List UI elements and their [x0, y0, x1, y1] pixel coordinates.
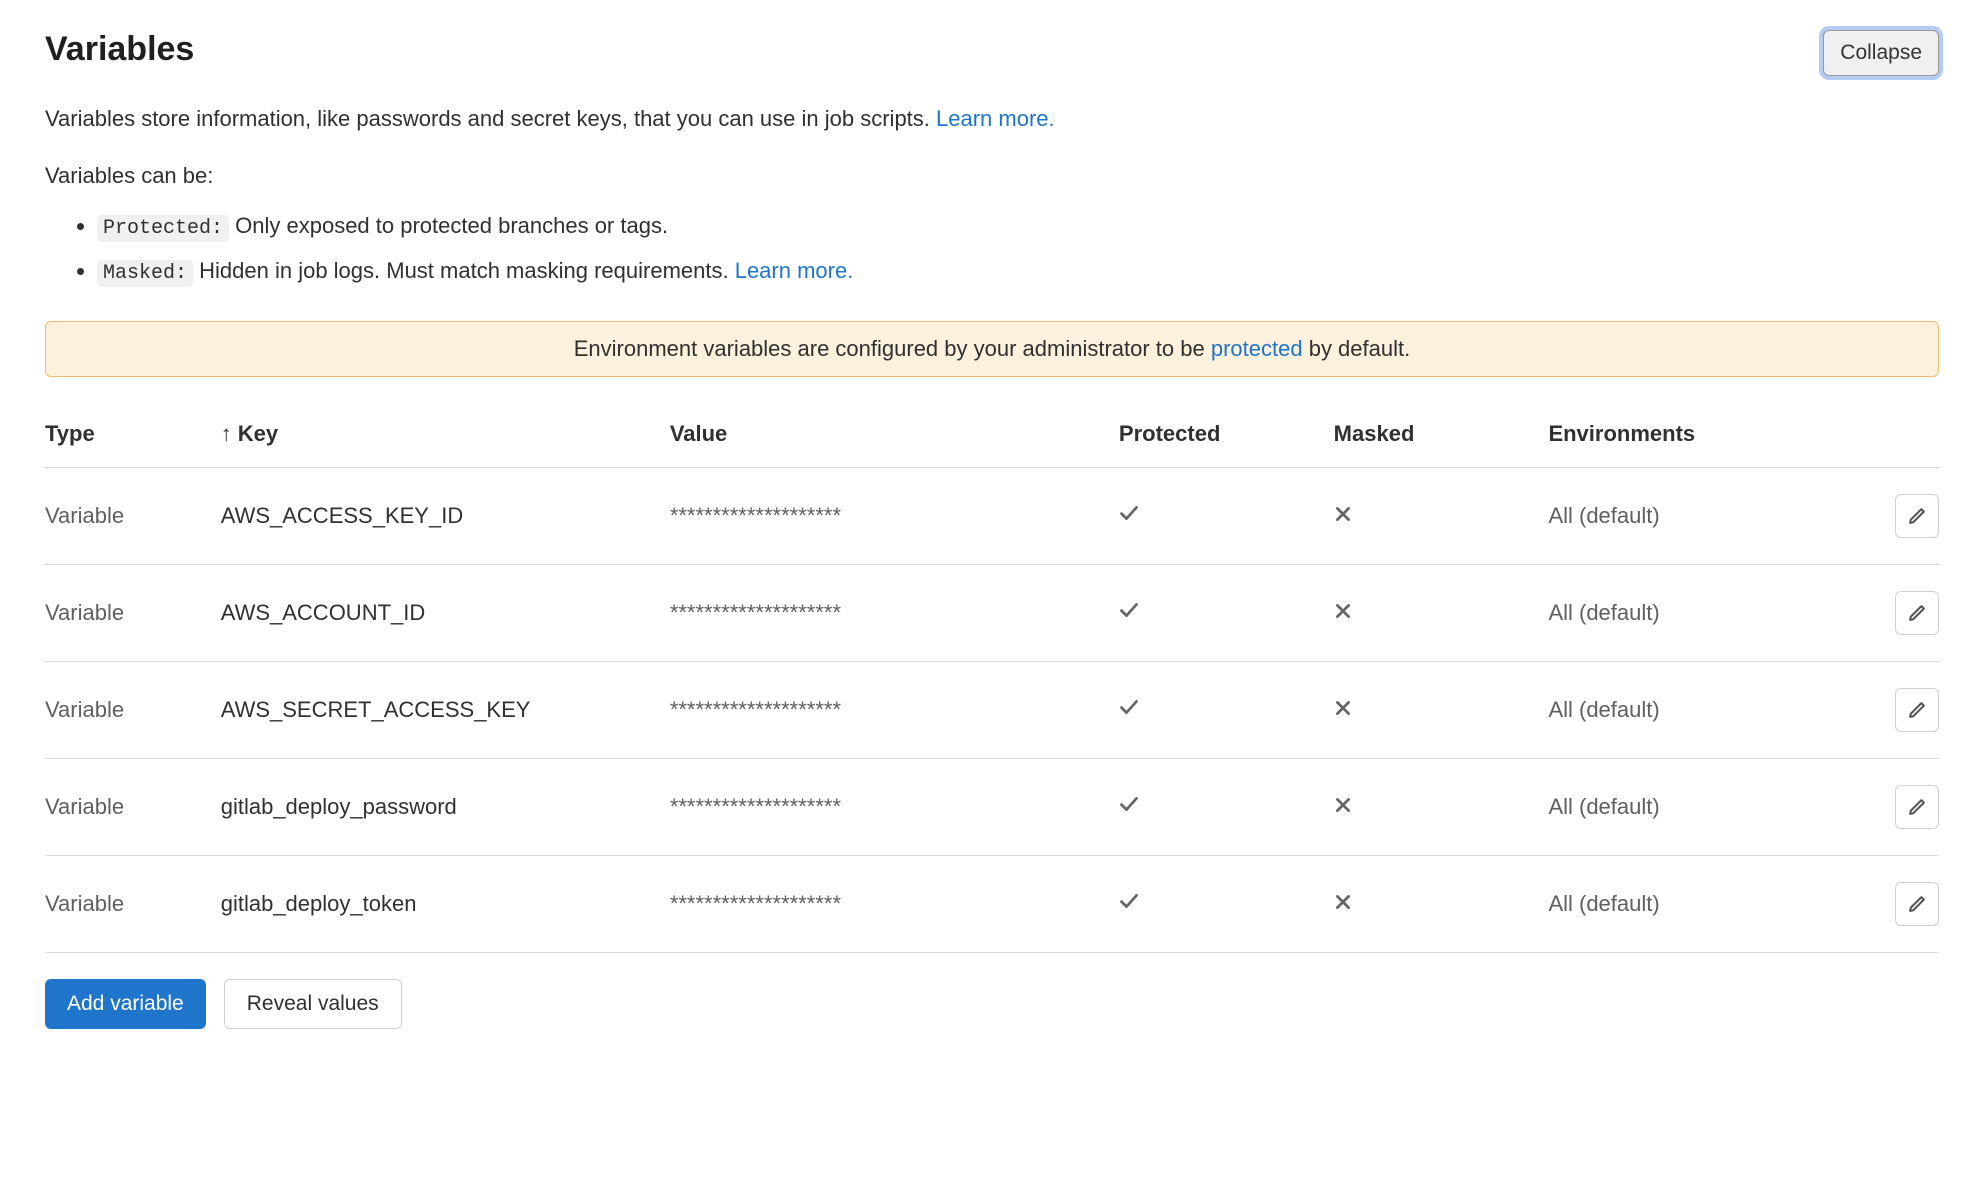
pencil-icon	[1907, 603, 1927, 623]
cell-type: Variable	[45, 662, 221, 759]
edit-variable-button[interactable]	[1895, 882, 1939, 926]
cell-value: ********************	[670, 856, 1119, 953]
x-icon	[1334, 505, 1352, 523]
pencil-icon	[1907, 506, 1927, 526]
column-header-key-label: Key	[238, 421, 278, 446]
cell-key: gitlab_deploy_token	[221, 856, 670, 953]
banner-prefix: Environment variables are configured by …	[574, 336, 1211, 361]
check-icon	[1119, 794, 1139, 814]
table-row: VariableAWS_ACCOUNT_ID******************…	[45, 565, 1939, 662]
feature-protected: Protected: Only exposed to protected bra…	[97, 209, 1939, 244]
cell-type: Variable	[45, 468, 221, 565]
column-header-key[interactable]: ↑Key	[221, 401, 670, 468]
x-icon	[1334, 893, 1352, 911]
column-header-environments[interactable]: Environments	[1548, 401, 1841, 468]
table-row: Variablegitlab_deploy_password**********…	[45, 759, 1939, 856]
cell-type: Variable	[45, 856, 221, 953]
column-header-type[interactable]: Type	[45, 401, 221, 468]
cell-key: AWS_ACCESS_KEY_ID	[221, 468, 670, 565]
cell-environments: All (default)	[1548, 565, 1841, 662]
cell-value: ********************	[670, 468, 1119, 565]
protected-badge: Protected:	[97, 215, 229, 242]
edit-variable-button[interactable]	[1895, 688, 1939, 732]
protected-text: Only exposed to protected branches or ta…	[229, 213, 668, 238]
cell-protected	[1119, 565, 1334, 662]
edit-variable-button[interactable]	[1895, 494, 1939, 538]
check-icon	[1119, 503, 1139, 523]
masked-text: Hidden in job logs. Must match masking r…	[193, 258, 735, 283]
section-description: Variables store information, like passwo…	[45, 102, 1939, 135]
info-banner: Environment variables are configured by …	[45, 321, 1939, 377]
column-header-value[interactable]: Value	[670, 401, 1119, 468]
banner-suffix: by default.	[1303, 336, 1411, 361]
check-icon	[1119, 891, 1139, 911]
cell-protected	[1119, 468, 1334, 565]
cell-type: Variable	[45, 759, 221, 856]
table-row: VariableAWS_ACCESS_KEY_ID***************…	[45, 468, 1939, 565]
cell-value: ********************	[670, 759, 1119, 856]
cell-value: ********************	[670, 662, 1119, 759]
cell-protected	[1119, 662, 1334, 759]
reveal-values-button[interactable]: Reveal values	[224, 979, 402, 1029]
table-row: Variablegitlab_deploy_token*************…	[45, 856, 1939, 953]
collapse-button[interactable]: Collapse	[1823, 30, 1939, 76]
add-variable-button[interactable]: Add variable	[45, 979, 206, 1029]
cell-masked	[1334, 759, 1549, 856]
description-text: Variables store information, like passwo…	[45, 106, 936, 131]
x-icon	[1334, 699, 1352, 717]
sort-ascending-icon: ↑	[221, 421, 232, 447]
feature-list: Protected: Only exposed to protected bra…	[45, 209, 1939, 289]
cell-protected	[1119, 759, 1334, 856]
section-title: Variables	[45, 30, 194, 69]
cell-environments: All (default)	[1548, 759, 1841, 856]
cell-type: Variable	[45, 565, 221, 662]
banner-protected-link[interactable]: protected	[1211, 336, 1303, 361]
cell-masked	[1334, 565, 1549, 662]
cell-protected	[1119, 856, 1334, 953]
column-header-protected[interactable]: Protected	[1119, 401, 1334, 468]
cell-environments: All (default)	[1548, 662, 1841, 759]
masked-badge: Masked:	[97, 260, 193, 287]
cell-environments: All (default)	[1548, 856, 1841, 953]
variables-can-be-label: Variables can be:	[45, 163, 1939, 189]
column-header-masked[interactable]: Masked	[1334, 401, 1549, 468]
learn-more-link[interactable]: Learn more.	[936, 106, 1055, 131]
cell-value: ********************	[670, 565, 1119, 662]
column-header-actions	[1841, 401, 1939, 468]
x-icon	[1334, 602, 1352, 620]
pencil-icon	[1907, 797, 1927, 817]
cell-environments: All (default)	[1548, 468, 1841, 565]
pencil-icon	[1907, 894, 1927, 914]
edit-variable-button[interactable]	[1895, 785, 1939, 829]
variables-table: Type ↑Key Value Protected Masked Environ…	[45, 401, 1939, 953]
masked-learn-more-link[interactable]: Learn more.	[735, 258, 854, 283]
table-row: VariableAWS_SECRET_ACCESS_KEY***********…	[45, 662, 1939, 759]
cell-masked	[1334, 856, 1549, 953]
check-icon	[1119, 600, 1139, 620]
feature-masked: Masked: Hidden in job logs. Must match m…	[97, 254, 1939, 289]
x-icon	[1334, 796, 1352, 814]
cell-masked	[1334, 468, 1549, 565]
cell-key: AWS_SECRET_ACCESS_KEY	[221, 662, 670, 759]
pencil-icon	[1907, 700, 1927, 720]
cell-masked	[1334, 662, 1549, 759]
edit-variable-button[interactable]	[1895, 591, 1939, 635]
cell-key: gitlab_deploy_password	[221, 759, 670, 856]
cell-key: AWS_ACCOUNT_ID	[221, 565, 670, 662]
check-icon	[1119, 697, 1139, 717]
